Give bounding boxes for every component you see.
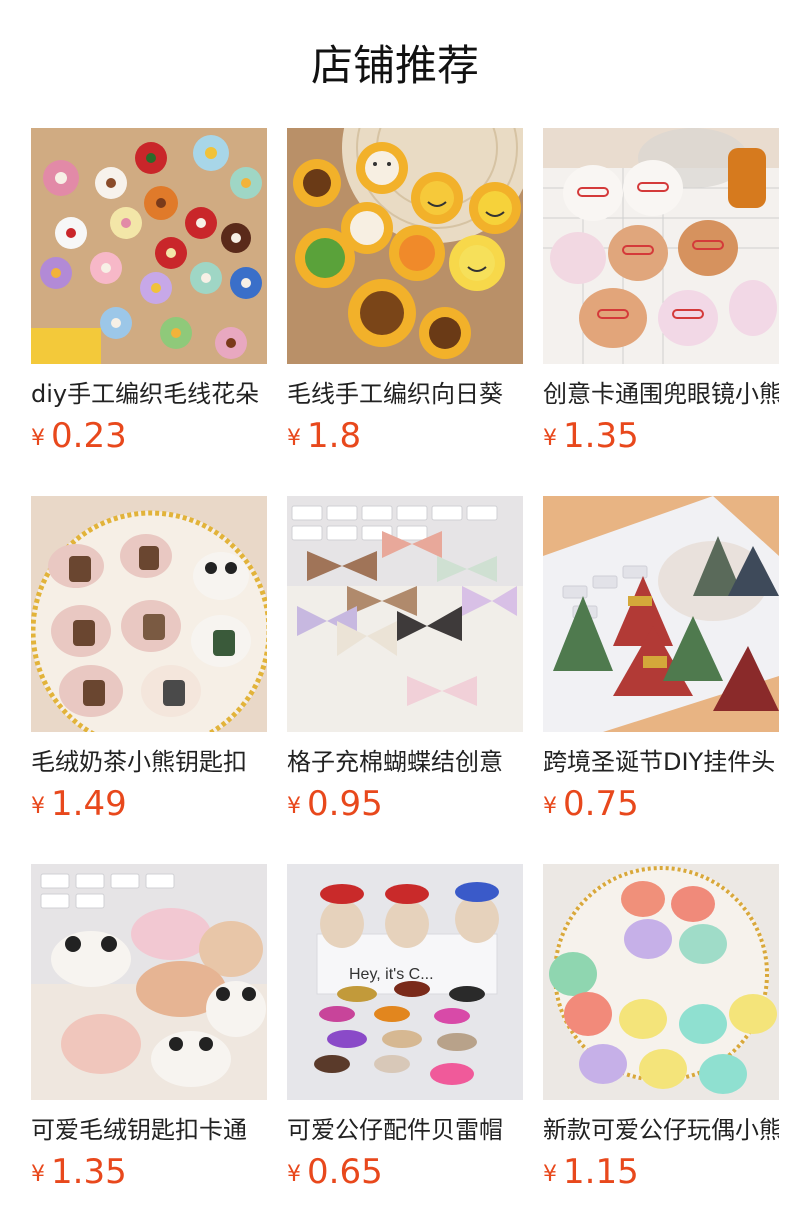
product-title[interactable]: 可爱毛绒钥匙扣卡通 — [31, 1114, 267, 1146]
price-value: 1.49 — [51, 784, 127, 824]
svg-text:Hey, it's C...: Hey, it's C... — [349, 966, 434, 983]
product-title[interactable]: 新款可爱公仔玩偶小熊 — [543, 1114, 779, 1146]
currency-symbol: ¥ — [543, 426, 557, 451]
product-price: ¥0.95 — [287, 784, 523, 824]
product-image-christmas-tree-patches[interactable] — [543, 496, 779, 732]
price-value: 1.8 — [307, 416, 362, 456]
price-value: 1.35 — [51, 1152, 127, 1192]
currency-symbol: ¥ — [287, 426, 301, 451]
currency-symbol: ¥ — [543, 1162, 557, 1187]
product-card[interactable]: 可爱毛绒钥匙扣卡通 ¥1.35 — [31, 864, 267, 1192]
product-card[interactable]: Hey, it's C... 可爱公仔配件贝雷帽 ¥ 0.65 — [287, 864, 523, 1192]
product-image-plush-bears-glasses[interactable] — [543, 128, 779, 364]
product-price: ¥1.35 — [543, 416, 779, 456]
product-image-plush-keychains[interactable] — [31, 864, 267, 1100]
product-title[interactable]: 可爱公仔配件贝雷帽 — [287, 1114, 523, 1146]
price-value: 1.15 — [563, 1152, 639, 1192]
product-price: ¥1.15 — [543, 1152, 779, 1192]
product-grid: diy手工编织毛线花朵 ¥0.23 毛线手工编织向日葵 ¥ 1.8 创意卡通围兜… — [31, 128, 779, 1192]
price-value: 0.95 — [307, 784, 383, 824]
price-value: 1.35 — [563, 416, 639, 456]
product-title[interactable]: 创意卡通围兜眼镜小熊 — [543, 378, 779, 410]
product-image-crochet-sunflowers[interactable] — [287, 128, 523, 364]
product-price: ¥0.75 — [543, 784, 779, 824]
product-image-doll-berets[interactable]: Hey, it's C... — [287, 864, 523, 1100]
product-price: ¥0.23 — [31, 416, 267, 456]
product-title[interactable]: 格子充棉蝴蝶结创意 — [287, 746, 523, 778]
currency-symbol: ¥ — [287, 794, 301, 819]
product-title[interactable]: diy手工编织毛线花朵 — [31, 378, 267, 410]
currency-symbol: ¥ — [31, 1162, 45, 1187]
product-price: ¥0.65 — [287, 1152, 523, 1192]
currency-symbol: ¥ — [287, 1162, 301, 1187]
product-card[interactable]: 跨境圣诞节DIY挂件头 ¥0.75 — [543, 496, 779, 824]
product-card[interactable]: 格子充棉蝴蝶结创意 ¥0.95 — [287, 496, 523, 824]
section-title: 店铺推荐 — [310, 41, 479, 90]
product-title[interactable]: 跨境圣诞节DIY挂件头 — [543, 746, 779, 778]
product-card[interactable]: 毛线手工编织向日葵 ¥1.8 — [287, 128, 523, 456]
product-price: ¥1.49 — [31, 784, 267, 824]
currency-symbol: ¥ — [543, 794, 557, 819]
price-value: 0.23 — [51, 416, 127, 456]
product-title[interactable]: 毛绒奶茶小熊钥匙扣 — [31, 746, 267, 778]
currency-symbol: ¥ — [31, 426, 45, 451]
product-image-colorful-plush-dolls[interactable] — [543, 864, 779, 1100]
price-value: 0.65 — [307, 1152, 383, 1192]
product-card[interactable]: 创意卡通围兜眼镜小熊 ¥1.35 — [543, 128, 779, 456]
product-card[interactable]: 毛绒奶茶小熊钥匙扣 ¥1.49 — [31, 496, 267, 824]
store-recommendations-page: 店铺推荐 diy手工编织毛线花朵 ¥ 0.23 毛线手工编织向日葵 ¥ 1.8 … — [0, 0, 790, 1232]
product-title[interactable]: 毛线手工编织向日葵 — [287, 378, 523, 410]
product-card[interactable]: diy手工编织毛线花朵 ¥0.23 — [31, 128, 267, 456]
product-image-milk-tea-bear-keychains[interactable] — [31, 496, 267, 732]
price-value: 0.75 — [563, 784, 639, 824]
product-card[interactable]: 新款可爱公仔玩偶小熊 ¥1.15 — [543, 864, 779, 1192]
product-price: ¥1.8 — [287, 416, 523, 456]
product-image-plaid-bows[interactable] — [287, 496, 523, 732]
currency-symbol: ¥ — [31, 794, 45, 819]
product-image-crochet-flowers[interactable] — [31, 128, 267, 364]
product-price: ¥1.35 — [31, 1152, 267, 1192]
